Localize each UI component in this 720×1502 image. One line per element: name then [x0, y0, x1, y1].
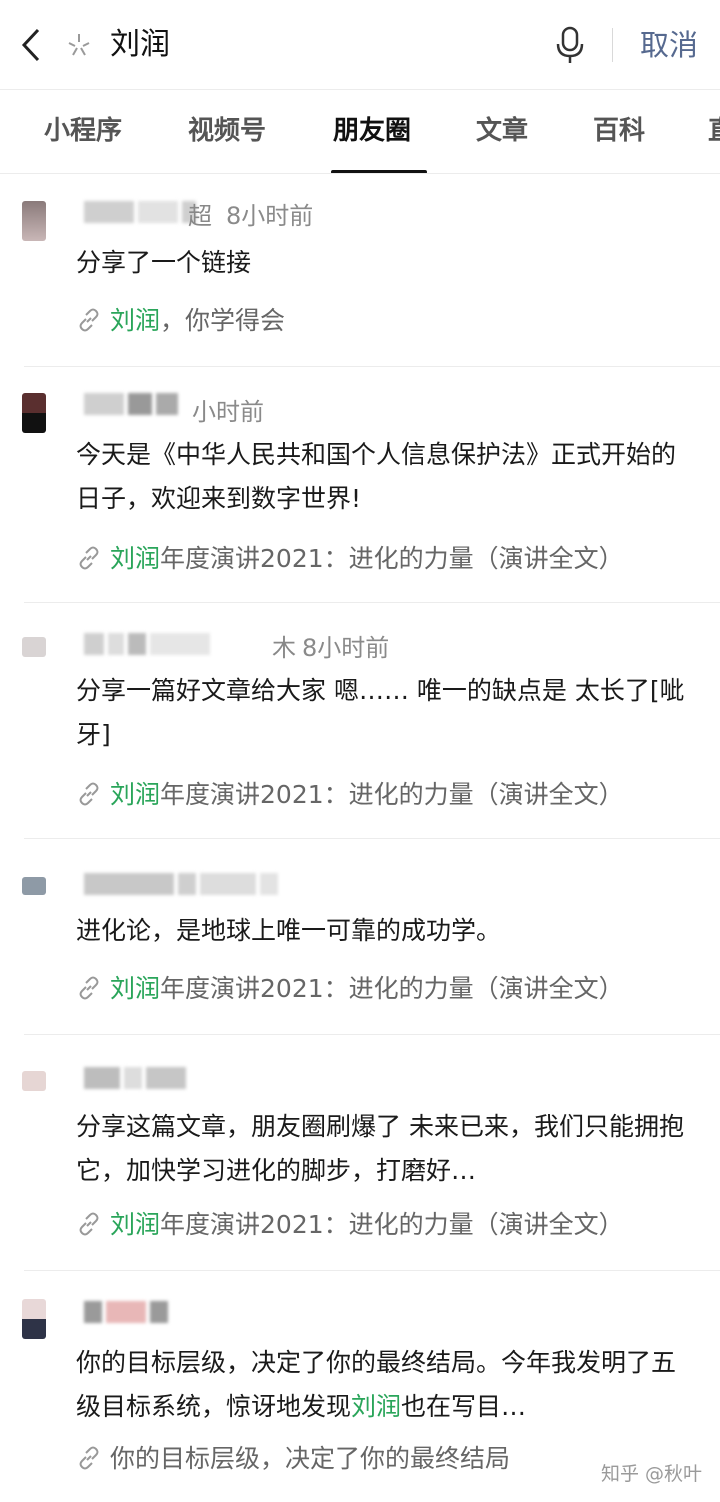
avatar: [22, 1071, 46, 1091]
author-name-blurred: [84, 1067, 190, 1097]
author-name-blurred: [84, 633, 214, 663]
link-keyword: 刘润: [110, 780, 161, 809]
tab-more[interactable]: 直: [708, 112, 720, 150]
link-keyword: 刘润: [110, 306, 161, 335]
search-bar: 刘润 取消: [0, 0, 720, 90]
shared-link[interactable]: 刘润年度演讲2021：进化的力量（演讲全文）: [76, 1207, 624, 1243]
post-text: 今天是《中华人民共和国个人信息保护法》正式开始的日子，欢迎来到数字世界!: [76, 440, 677, 513]
post-time: 8小时前: [226, 202, 314, 230]
moment-post[interactable]: 分享这篇文章，朋友圈刷爆了 未来已来，我们只能拥抱它，加快学习进化的脚步，打磨好…: [0, 1035, 720, 1271]
link-icon: [79, 308, 99, 332]
author-name-blurred: [84, 873, 282, 903]
tab-video-channel[interactable]: 视频号: [188, 112, 266, 150]
link-title: 年度演讲2021：进化的力量（演讲全文）: [160, 780, 624, 809]
tab-encyclopedia[interactable]: 百科: [593, 112, 645, 150]
tab-moments[interactable]: 朋友圈: [333, 112, 411, 150]
post-time: 8小时前: [302, 634, 390, 662]
shared-link[interactable]: 刘润，你学得会: [76, 303, 285, 339]
shared-link[interactable]: 刘润年度演讲2021：进化的力量（演讲全文）: [76, 971, 624, 1007]
link-title: 你的目标层级，决定了你的最终结局: [110, 1444, 511, 1473]
moments-results: 超 8小时前 分享了一个链接 刘润，你学得会 小时前 今天是《中华人民共和国个人…: [0, 175, 720, 1501]
link-keyword: 刘润: [110, 1210, 161, 1239]
post-time: 小时前: [192, 398, 264, 426]
post-text: 分享了一个链接: [76, 248, 252, 277]
back-arrow-icon[interactable]: [12, 22, 52, 68]
tab-bar: 小程序 视频号 朋友圈 文章 百科 直: [0, 90, 720, 174]
microphone-icon[interactable]: [552, 24, 588, 66]
link-icon: [79, 976, 99, 1000]
author-name-blurred: [84, 393, 182, 423]
post-text-part: 也在写目…: [401, 1392, 527, 1421]
cancel-button[interactable]: 取消: [640, 24, 698, 66]
avatar: [22, 393, 46, 433]
post-text: 进化论，是地球上唯一可靠的成功学。: [76, 916, 502, 945]
search-icon: [68, 34, 90, 56]
link-title: 年度演讲2021：进化的力量（演讲全文）: [160, 1210, 624, 1239]
shared-link[interactable]: 刘润年度演讲2021：进化的力量（演讲全文）: [76, 541, 624, 577]
author-name-blurred: [84, 1301, 172, 1331]
link-keyword: 刘润: [110, 974, 161, 1003]
link-icon: [79, 546, 99, 570]
post-text: 分享这篇文章，朋友圈刷爆了 未来已来，我们只能拥抱它，加快学习进化的脚步，打磨好…: [76, 1112, 684, 1185]
author-name-blurred: [84, 201, 200, 231]
link-title: 年度演讲2021：进化的力量（演讲全文）: [160, 544, 624, 573]
post-text: 分享一篇好文章给大家 嗯…… 唯一的缺点是 太长了[呲牙]: [76, 676, 685, 749]
avatar: [22, 877, 46, 895]
shared-link[interactable]: 刘润年度演讲2021：进化的力量（演讲全文）: [76, 777, 624, 813]
avatar: [22, 637, 46, 657]
tab-mini-program[interactable]: 小程序: [44, 112, 122, 150]
divider: [612, 28, 613, 62]
watermark: 知乎 @秋叶: [600, 1463, 702, 1485]
link-icon: [79, 1212, 99, 1236]
moment-post[interactable]: 进化论，是地球上唯一可靠的成功学。 刘润年度演讲2021：进化的力量（演讲全文）: [0, 839, 720, 1035]
author-name-fragment: 木: [272, 634, 296, 662]
link-icon: [79, 782, 99, 806]
active-tab-indicator: [331, 170, 427, 173]
link-icon: [79, 1446, 99, 1470]
tab-articles[interactable]: 文章: [476, 112, 528, 150]
avatar: [22, 201, 46, 241]
author-name-fragment: 超: [188, 202, 212, 230]
link-title: 年度演讲2021：进化的力量（演讲全文）: [160, 974, 624, 1003]
avatar: [22, 1299, 46, 1339]
moment-post[interactable]: 木 8小时前 分享一篇好文章给大家 嗯…… 唯一的缺点是 太长了[呲牙] 刘润年…: [0, 603, 720, 839]
post-text-keyword: 刘润: [351, 1392, 402, 1421]
link-keyword: 刘润: [110, 544, 161, 573]
shared-link[interactable]: 你的目标层级，决定了你的最终结局: [76, 1441, 510, 1477]
moment-post[interactable]: 超 8小时前 分享了一个链接 刘润，你学得会: [0, 175, 720, 367]
post-text: 你的目标层级，决定了你的最终结局。今年我发明了五级目标系统，惊讶地发现刘润也在写…: [76, 1341, 696, 1429]
moment-post[interactable]: 小时前 今天是《中华人民共和国个人信息保护法》正式开始的日子，欢迎来到数字世界!…: [0, 367, 720, 603]
link-title: ，你学得会: [160, 306, 286, 335]
search-input[interactable]: 刘润: [110, 24, 170, 66]
